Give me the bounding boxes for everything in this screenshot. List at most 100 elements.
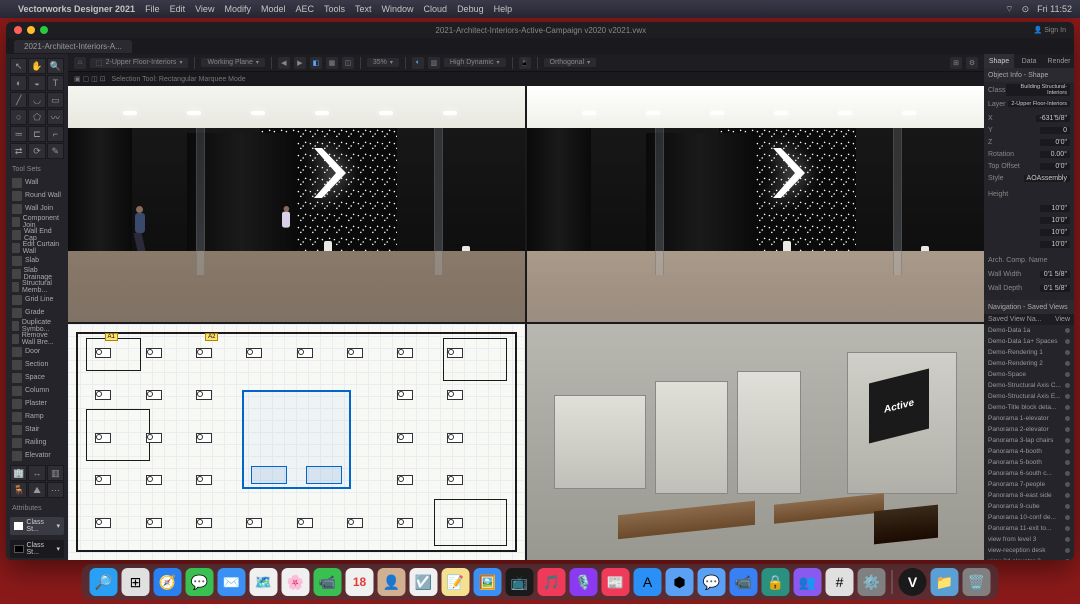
tool-plaster[interactable]: Plaster bbox=[10, 397, 64, 410]
pen-class-dropdown[interactable]: Class St... ▾ bbox=[10, 540, 64, 558]
tool-ramp[interactable]: Ramp bbox=[10, 410, 64, 423]
dock-messages-icon[interactable]: 💬 bbox=[186, 568, 214, 596]
mirror-tool-icon[interactable]: ⇄ bbox=[10, 143, 27, 159]
tool-door[interactable]: Door bbox=[10, 345, 64, 358]
selection-tool-icon[interactable]: ↖ bbox=[10, 58, 27, 74]
saved-view-item[interactable]: Panorama 11-exit to... bbox=[984, 523, 1074, 534]
signin-icon[interactable]: 👤 Sign In bbox=[1034, 26, 1066, 34]
saved-view-item[interactable]: Demo-Rendering 1 bbox=[984, 347, 1074, 358]
vt-settings-icon[interactable]: ⚙ bbox=[966, 57, 978, 69]
vt-layer-icon[interactable]: ▦ bbox=[326, 57, 338, 69]
dock-tv-icon[interactable]: 📺 bbox=[506, 568, 534, 596]
zoom-tool-icon[interactable]: 🔍 bbox=[47, 58, 64, 74]
dock-contacts-icon[interactable]: 👤 bbox=[378, 568, 406, 596]
menu-cloud[interactable]: Cloud bbox=[424, 4, 448, 14]
vt-phone-icon[interactable]: 📱 bbox=[519, 57, 531, 69]
vt-cube-icon[interactable]: ◧ bbox=[310, 57, 322, 69]
saved-view-item[interactable]: Panorama 8-east side bbox=[984, 490, 1074, 501]
tool-wall[interactable]: Wall bbox=[10, 176, 64, 189]
line-tool-icon[interactable]: ╱ bbox=[10, 92, 27, 108]
toolset-building-icon[interactable]: 🏢 bbox=[10, 465, 27, 481]
menu-window[interactable]: Window bbox=[382, 4, 414, 14]
wifi-icon[interactable]: ⌔ bbox=[1005, 4, 1013, 15]
class-dropdown[interactable]: Building Structural-Interiors bbox=[1006, 84, 1070, 96]
dock-news-icon[interactable]: 📰 bbox=[602, 568, 630, 596]
dock-vpn-icon[interactable]: 🔒 bbox=[762, 568, 790, 596]
dock-safari-icon[interactable]: 🧭 bbox=[154, 568, 182, 596]
menu-file[interactable]: File bbox=[145, 4, 160, 14]
offset-tool-icon[interactable]: ⊏ bbox=[28, 126, 45, 142]
tool-section[interactable]: Section bbox=[10, 358, 64, 371]
saved-view-item[interactable]: Demo-Structural Axis C... bbox=[984, 380, 1074, 391]
dock-reminders-icon[interactable]: ☑️ bbox=[410, 568, 438, 596]
dock-appstore-icon[interactable]: A bbox=[634, 568, 662, 596]
text-tool-icon[interactable]: T bbox=[47, 75, 64, 91]
dock-photos-icon[interactable]: 🌸 bbox=[282, 568, 310, 596]
app-name[interactable]: Vectorworks Designer 2021 bbox=[18, 4, 135, 14]
tool-space[interactable]: Space bbox=[10, 371, 64, 384]
dock-framework-icon[interactable]: ⬢ bbox=[666, 568, 694, 596]
viewport-iso[interactable]: Active bbox=[527, 324, 984, 560]
tool-elevator[interactable]: Elevator bbox=[10, 449, 64, 462]
vt-wire-icon[interactable]: ▥ bbox=[428, 57, 440, 69]
saved-view-item[interactable]: Panorama 5-booth bbox=[984, 457, 1074, 468]
tool-edit-curtain-wall[interactable]: Edit Curtain Wall bbox=[10, 241, 64, 254]
tool-column[interactable]: Column bbox=[10, 384, 64, 397]
dock-mail-icon[interactable]: ✉️ bbox=[218, 568, 246, 596]
circle-tool-icon[interactable]: ○ bbox=[10, 109, 27, 125]
menu-tools[interactable]: Tools bbox=[324, 4, 345, 14]
saved-view-item[interactable]: view-reception desk bbox=[984, 545, 1074, 556]
wall-width-field[interactable]: 0'1 5/8" bbox=[1040, 271, 1070, 278]
zoom-button[interactable] bbox=[40, 26, 48, 34]
working-plane-dropdown[interactable]: Working Plane ▾ bbox=[201, 58, 264, 67]
doc-tab[interactable]: 2021-Architect-Interiors-A... bbox=[14, 40, 132, 53]
eyedropper-tool-icon[interactable]: ✎ bbox=[47, 143, 64, 159]
dock-folder-icon[interactable]: 📁 bbox=[931, 568, 959, 596]
viewport-render-right[interactable] bbox=[527, 86, 984, 322]
menu-edit[interactable]: Edit bbox=[170, 4, 186, 14]
dock-finder-icon[interactable]: 🔎 bbox=[90, 568, 118, 596]
vt-render-icon[interactable]: ◐ bbox=[412, 57, 424, 69]
dock-preview-icon[interactable]: 🖼️ bbox=[474, 568, 502, 596]
nav-saved-views-list[interactable]: Demo-Data 1aDemo-Data 1a+ SpacesDemo-Ren… bbox=[984, 325, 1074, 560]
dock-podcasts-icon[interactable]: 🎙️ bbox=[570, 568, 598, 596]
saved-view-item[interactable]: Panorama 9-cube bbox=[984, 501, 1074, 512]
projection-dropdown[interactable]: Orthogonal ▾ bbox=[544, 58, 597, 67]
tool-wall-join[interactable]: Wall Join bbox=[10, 202, 64, 215]
dock-chat-icon[interactable]: 💬 bbox=[698, 568, 726, 596]
tool-grade[interactable]: Grade bbox=[10, 306, 64, 319]
tool-grid-line[interactable]: Grid Line bbox=[10, 293, 64, 306]
menu-modify[interactable]: Modify bbox=[224, 4, 251, 14]
toolset-dims-icon[interactable]: ↔ bbox=[28, 465, 45, 481]
double-line-tool-icon[interactable]: ═ bbox=[10, 126, 27, 142]
tool-wall-end-cap[interactable]: Wall End Cap bbox=[10, 228, 64, 241]
saved-view-item[interactable]: view from level 3 bbox=[984, 534, 1074, 545]
dock-slack-icon[interactable]: # bbox=[826, 568, 854, 596]
vt-home-icon[interactable]: ⌂ bbox=[74, 57, 86, 69]
menu-aec[interactable]: AEC bbox=[295, 4, 314, 14]
tool-structural-memb-[interactable]: Structural Memb... bbox=[10, 280, 64, 293]
menubar-time[interactable]: Fri 11:52 bbox=[1037, 4, 1072, 14]
toolset-site-icon[interactable]: ⛰ bbox=[28, 482, 45, 498]
walkthrough-tool-icon[interactable]: ◒ bbox=[28, 75, 45, 91]
tool-round-wall[interactable]: Round Wall bbox=[10, 189, 64, 202]
dock-zoom-icon[interactable]: 📹 bbox=[730, 568, 758, 596]
dock-calendar-icon[interactable]: 18 bbox=[346, 568, 374, 596]
dock-sysprefs-icon[interactable]: ⚙️ bbox=[858, 568, 886, 596]
viewport-floor-plan[interactable]: A1 A2 bbox=[68, 324, 525, 560]
tool-slab-drainage[interactable]: Slab Drainage bbox=[10, 267, 64, 280]
saved-view-item[interactable]: view-3d elevator 2 bbox=[984, 556, 1074, 560]
flyover-tool-icon[interactable]: ◐ bbox=[10, 75, 27, 91]
scale-dropdown[interactable]: 35% ▾ bbox=[367, 58, 399, 67]
saved-view-item[interactable]: Panorama 4-booth bbox=[984, 446, 1074, 457]
dock-music-icon[interactable]: 🎵 bbox=[538, 568, 566, 596]
layer-dropdown[interactable]: 2-Upper Floor-Interiors bbox=[1008, 101, 1070, 107]
tab-render[interactable]: Render bbox=[1044, 54, 1074, 68]
dock-launchpad-icon[interactable]: ⊞ bbox=[122, 568, 150, 596]
saved-view-item[interactable]: Demo-Space bbox=[984, 369, 1074, 380]
saved-view-item[interactable]: Panorama 10-conf de... bbox=[984, 512, 1074, 523]
render-mode-dropdown[interactable]: High Dynamic ▾ bbox=[444, 58, 506, 67]
dock-teams-icon[interactable]: 👥 bbox=[794, 568, 822, 596]
minimize-button[interactable] bbox=[27, 26, 35, 34]
tool-railing[interactable]: Railing bbox=[10, 436, 64, 449]
